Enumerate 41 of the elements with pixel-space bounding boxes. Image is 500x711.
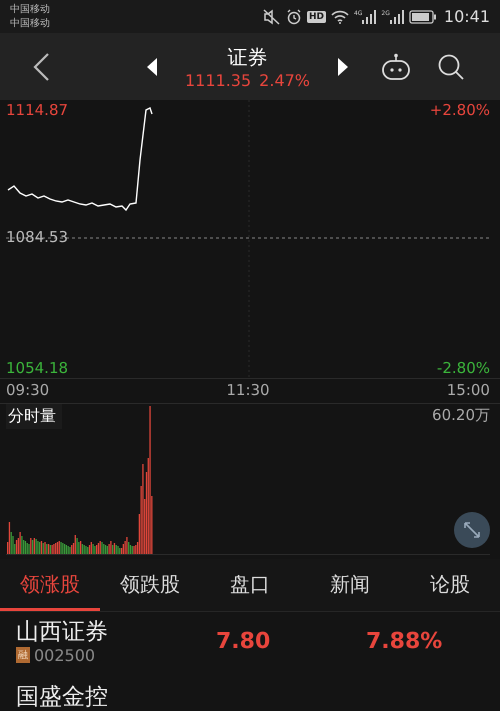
time-label: 15:00 (446, 381, 490, 401)
wifi-icon (330, 10, 349, 24)
tab[interactable]: 领涨股 (0, 559, 100, 611)
tab[interactable]: 领跌股 (100, 559, 200, 611)
robot-icon (381, 52, 411, 80)
low-price-label: 1054.18 (6, 359, 68, 377)
high-percent-label: +2.80% (430, 101, 490, 119)
alarm-icon (286, 8, 302, 24)
low-percent-label: -2.80% (436, 359, 490, 377)
volume-max-label: 60.20万 (432, 405, 490, 426)
signal-icon (390, 10, 404, 24)
stock-name: 国盛金控 (16, 683, 109, 711)
time-label: 09:30 (6, 381, 50, 401)
left-triangle-icon (146, 58, 158, 76)
carrier-name: 中国移动 (10, 16, 50, 30)
margin-badge: 融 (16, 647, 30, 663)
search-icon (437, 52, 465, 80)
time-label: 11:30 (226, 381, 270, 401)
expand-arrows-icon (463, 521, 481, 539)
volume-title: 分时量 (6, 404, 62, 429)
high-price-label: 1114.87 (6, 101, 68, 119)
carrier-name: 中国移动 (10, 2, 50, 16)
tab[interactable]: 新闻 (300, 559, 400, 611)
reference-price-label: 1084.53 (6, 228, 68, 246)
right-triangle-icon (337, 58, 349, 76)
mute-icon (262, 8, 281, 24)
tab[interactable]: 盘口 (200, 559, 300, 611)
robot-button[interactable] (379, 50, 413, 82)
clock-time: 10:41 (444, 7, 490, 26)
index-change: 2.47% (259, 70, 310, 90)
tab[interactable]: 论股 (400, 559, 500, 611)
stock-price: 7.80 (216, 628, 272, 654)
signal-icon (362, 10, 376, 24)
stock-code: 002500 (34, 646, 96, 664)
hd-badge: HD (306, 10, 326, 22)
index-title: 证券 (228, 44, 268, 70)
battery-icon (408, 10, 437, 24)
expand-button[interactable] (454, 512, 490, 548)
index-price: 1111.35 (185, 70, 252, 90)
stock-change: 7.88% (366, 628, 442, 654)
stock-name: 山西证券 (16, 618, 109, 646)
